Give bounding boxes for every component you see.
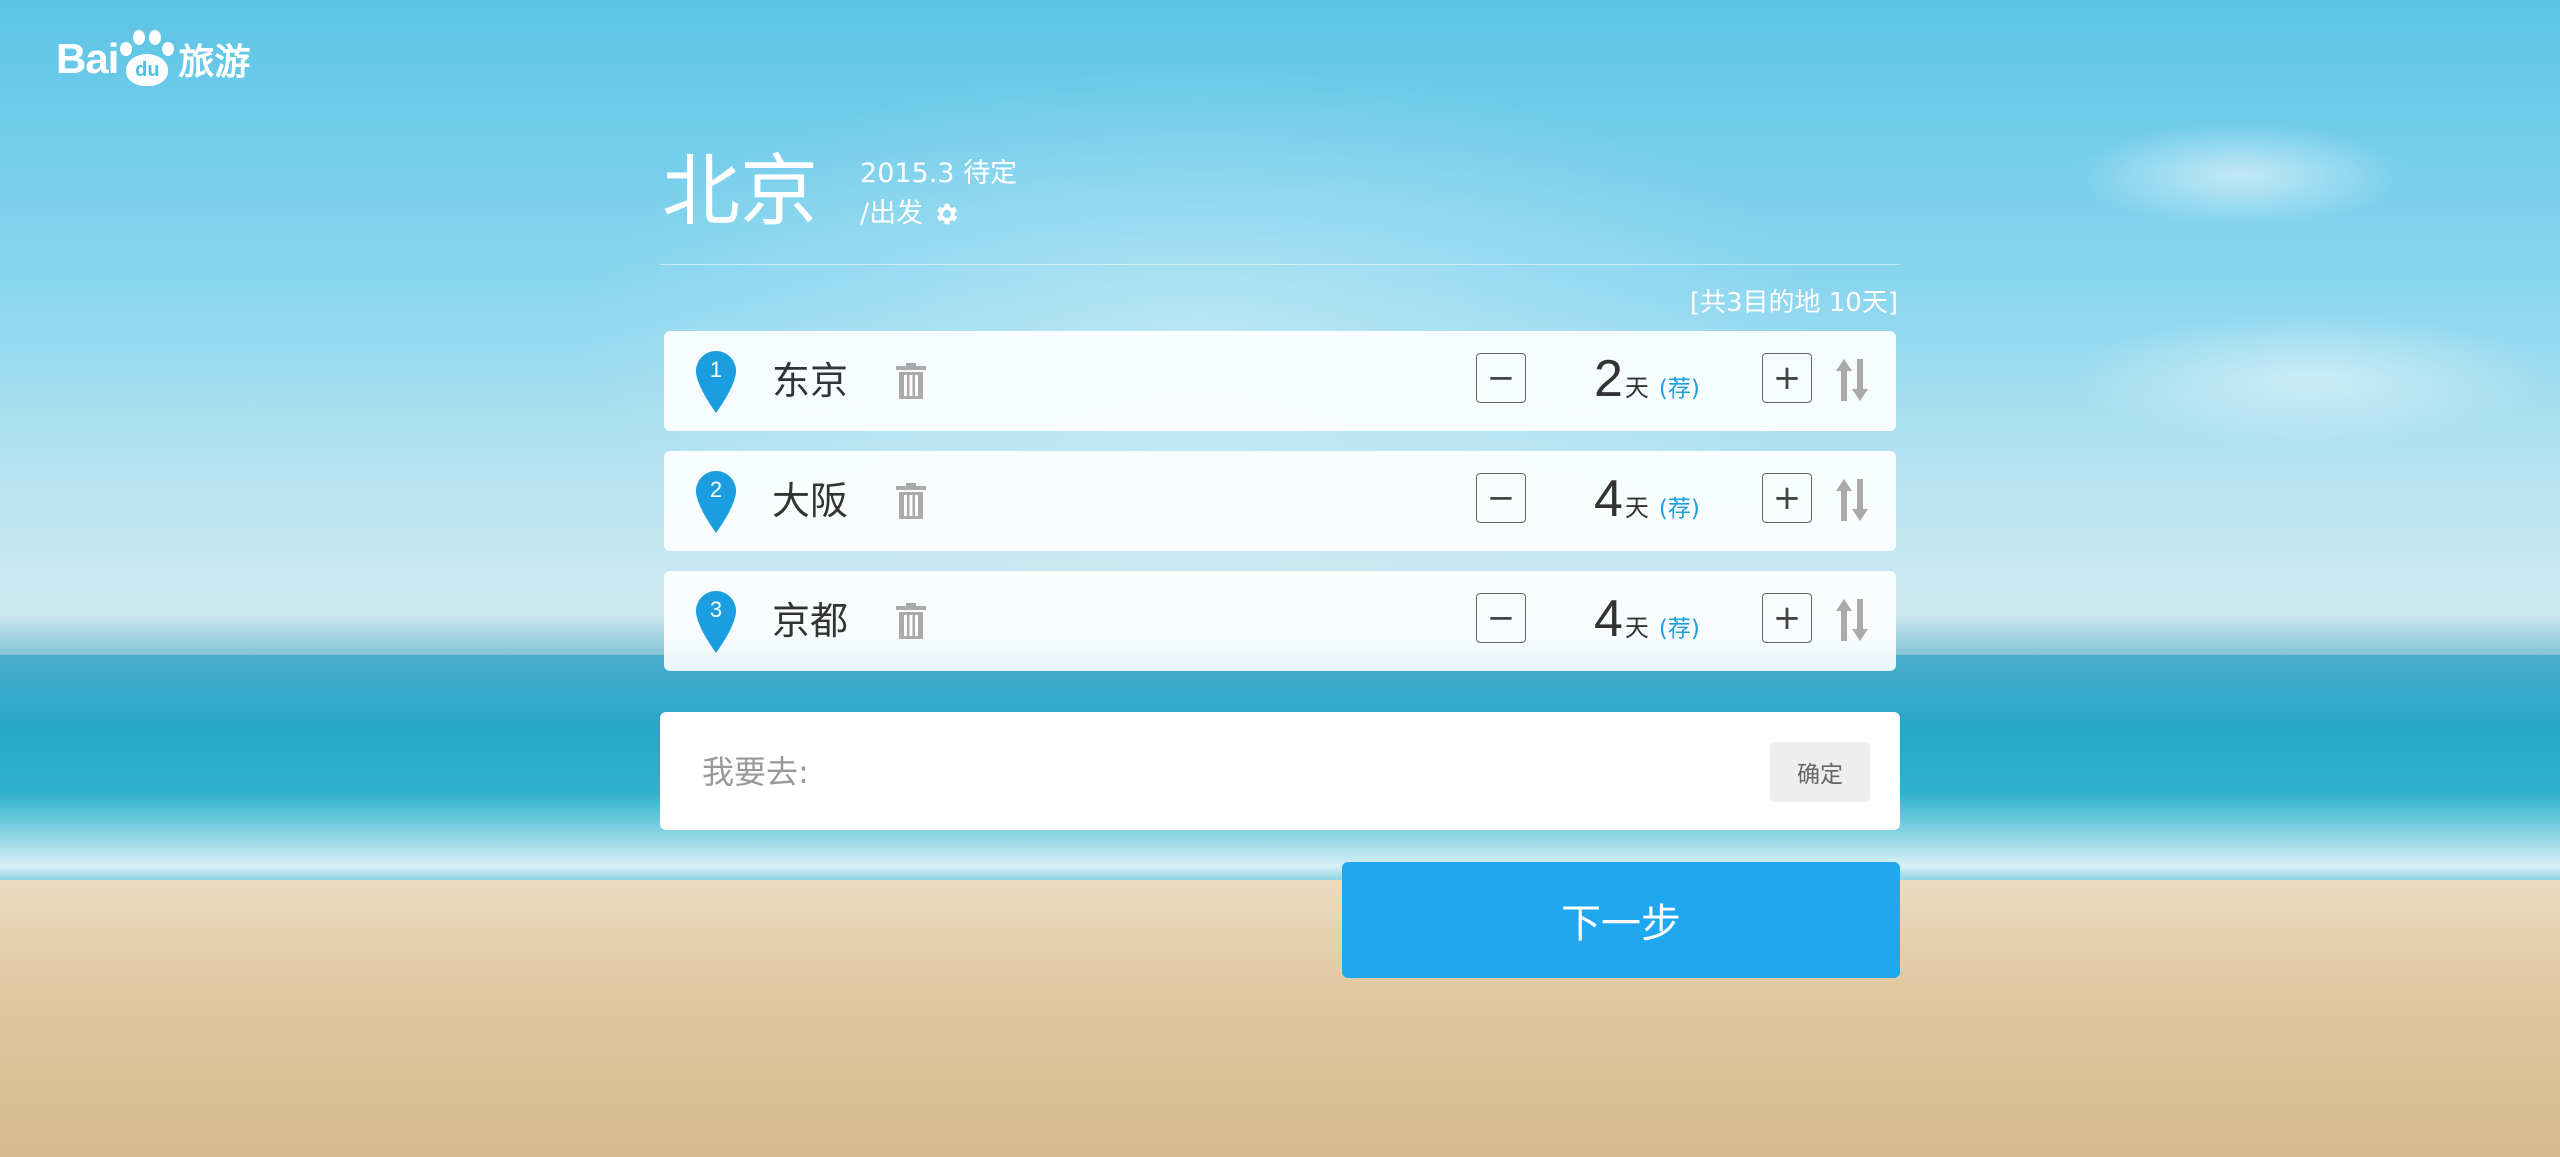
sort-icon[interactable] (1834, 599, 1870, 641)
city-header: 北京 2015.3 待定 /出发 (660, 140, 1900, 265)
background-sand (0, 880, 2560, 1157)
recommended-tag[interactable]: (荐) (1659, 489, 1700, 523)
destination-list: 1 东京 − 2 天 (荐) + 2 大阪 − 4 天 (荐) + 3 京都 −… (660, 331, 1900, 671)
confirm-button[interactable]: 确定 (1770, 742, 1870, 802)
trip-meta: 2015.3 待定 /出发 (860, 154, 1017, 234)
departure-city: 北京 (662, 147, 819, 237)
destination-input[interactable] (700, 742, 1704, 802)
destination-name: 京都 (772, 599, 849, 643)
logo-text-du: du (135, 58, 160, 81)
days-display: 2 天 (荐) (1594, 349, 1700, 409)
trip-summary: [共3目的地 10天] (1689, 288, 1898, 318)
increase-days-button[interactable]: + (1762, 473, 1812, 523)
increase-days-button[interactable]: + (1762, 593, 1812, 643)
decrease-days-button[interactable]: − (1476, 353, 1526, 403)
days-unit: 天 (1624, 374, 1649, 402)
destination-card: 2 大阪 − 4 天 (荐) + (664, 451, 1896, 551)
increase-days-button[interactable]: + (1762, 353, 1812, 403)
trash-icon[interactable] (894, 603, 928, 641)
days-count: 4 (1594, 470, 1623, 528)
destination-index: 1 (709, 357, 723, 382)
days-display: 4 天 (荐) (1594, 469, 1700, 529)
trash-icon[interactable] (894, 483, 928, 521)
days-count: 2 (1594, 350, 1623, 408)
baidu-travel-logo[interactable]: Bai du 旅游 (56, 30, 250, 88)
sort-icon[interactable] (1834, 359, 1870, 401)
days-display: 4 天 (荐) (1594, 589, 1700, 649)
destination-name: 东京 (772, 359, 849, 403)
next-step-button[interactable]: 下一步 (1342, 862, 1900, 978)
destination-name: 大阪 (772, 479, 849, 523)
destination-index: 3 (709, 597, 723, 622)
paw-icon: du (120, 30, 175, 88)
destination-index: 2 (709, 477, 723, 502)
decrease-days-button[interactable]: − (1476, 593, 1526, 643)
logo-text-bai: Bai (56, 35, 119, 82)
days-unit: 天 (1624, 494, 1649, 522)
sort-icon[interactable] (1834, 479, 1870, 521)
trash-icon[interactable] (894, 363, 928, 401)
logo-text-travel: 旅游 (178, 41, 251, 82)
days-unit: 天 (1624, 614, 1649, 642)
recommended-tag[interactable]: (荐) (1659, 369, 1700, 403)
gear-icon[interactable] (933, 200, 961, 228)
destination-card: 3 京都 − 4 天 (荐) + (664, 571, 1896, 671)
destination-card: 1 东京 − 2 天 (荐) + (664, 331, 1896, 431)
recommended-tag[interactable]: (荐) (1659, 609, 1700, 643)
days-count: 4 (1594, 590, 1623, 648)
decrease-days-button[interactable]: − (1476, 473, 1526, 523)
trip-date: 2015.3 待定 (860, 158, 1018, 189)
depart-label: /出发 (860, 198, 924, 229)
trip-planner-panel: 北京 2015.3 待定 /出发 [共3目的地 10天] 1 东京 − 2 天 … (660, 140, 1900, 978)
destination-search-box: 确定 (660, 712, 1900, 830)
